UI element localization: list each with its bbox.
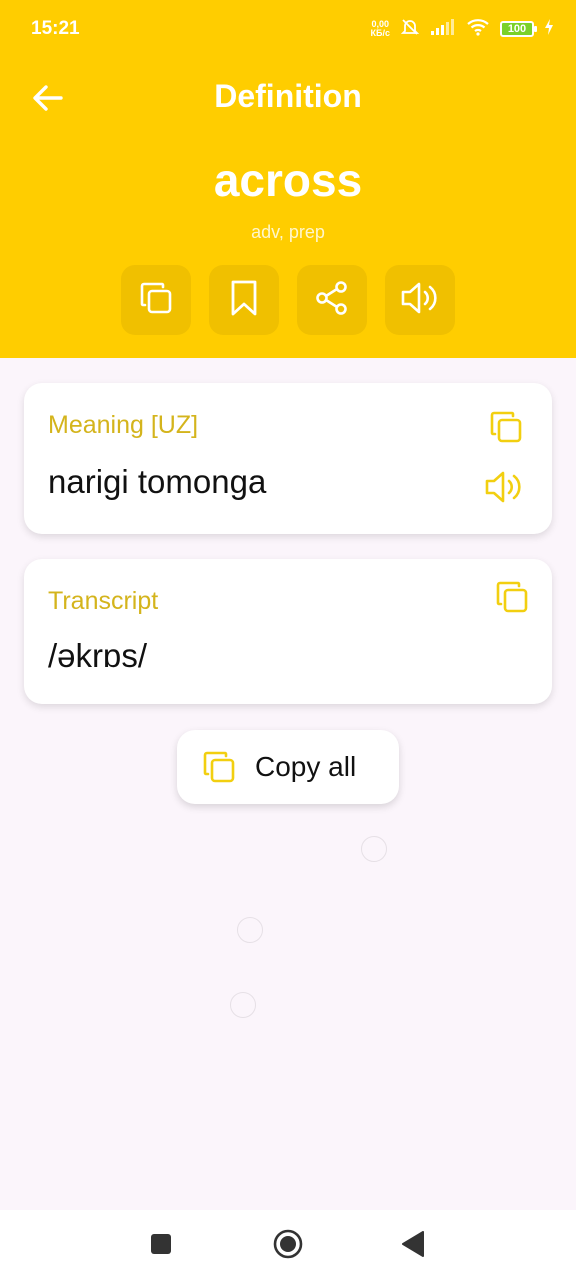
triangle-back-icon (401, 1230, 425, 1262)
transcript-card: Transcript /əkrɒs/ (24, 559, 552, 704)
share-icon (314, 280, 350, 321)
copy-icon (138, 280, 174, 321)
copy-icon (201, 749, 237, 785)
bookmark-button[interactable] (209, 265, 279, 335)
battery-icon: 100 (500, 21, 537, 37)
meaning-label: Meaning [UZ] (48, 411, 199, 439)
transcript-label: Transcript (48, 587, 159, 615)
net-speed: 0,00 КБ/с (371, 20, 390, 38)
charging-icon (544, 18, 554, 40)
status-icons: 0,00 КБ/с 100 (371, 16, 554, 42)
part-of-speech: adv, prep (251, 222, 325, 242)
copy-all-button[interactable]: Copy all (177, 730, 399, 804)
copy-icon (494, 579, 530, 620)
page-title: Definition (214, 78, 362, 114)
share-button[interactable] (297, 265, 367, 335)
decorative-bubble (230, 992, 256, 1018)
meaning-card: Meaning [UZ] narigi tomonga (24, 383, 552, 534)
decorative-bubble (237, 917, 263, 943)
decorative-bubble (361, 836, 387, 862)
status-time: 15:21 (31, 18, 80, 39)
word-actions (121, 265, 455, 335)
speak-word-button[interactable] (385, 265, 455, 335)
home-button[interactable] (272, 1229, 304, 1264)
word-title: across (213, 154, 363, 206)
copy-meaning-button[interactable] (486, 409, 526, 449)
copy-word-button[interactable] (121, 265, 191, 335)
meaning-value: narigi tomonga (48, 463, 267, 500)
bookmark-icon (229, 280, 259, 321)
speaker-icon (400, 280, 440, 321)
battery-level: 100 (507, 23, 527, 35)
signal-icon (430, 18, 456, 41)
muted-bell-icon (400, 17, 420, 42)
copy-all-label: Copy all (255, 751, 357, 782)
status-bar: 15:21 0,00 КБ/с 100 (0, 0, 576, 58)
wifi-icon (466, 18, 490, 41)
speak-meaning-button[interactable] (484, 469, 524, 509)
back-nav-button[interactable] (397, 1230, 429, 1262)
header: 15:21 0,00 КБ/с 100 Definition across ad… (0, 0, 576, 358)
home-circle-icon (273, 1229, 303, 1264)
transcript-value: /əkrɒs/ (48, 637, 148, 674)
square-icon (150, 1233, 172, 1260)
system-nav-bar (0, 1210, 576, 1280)
speaker-icon (484, 469, 524, 510)
net-speed-unit: КБ/с (370, 28, 390, 38)
copy-transcript-button[interactable] (492, 579, 532, 619)
recents-button[interactable] (145, 1230, 177, 1262)
copy-icon (488, 409, 524, 450)
